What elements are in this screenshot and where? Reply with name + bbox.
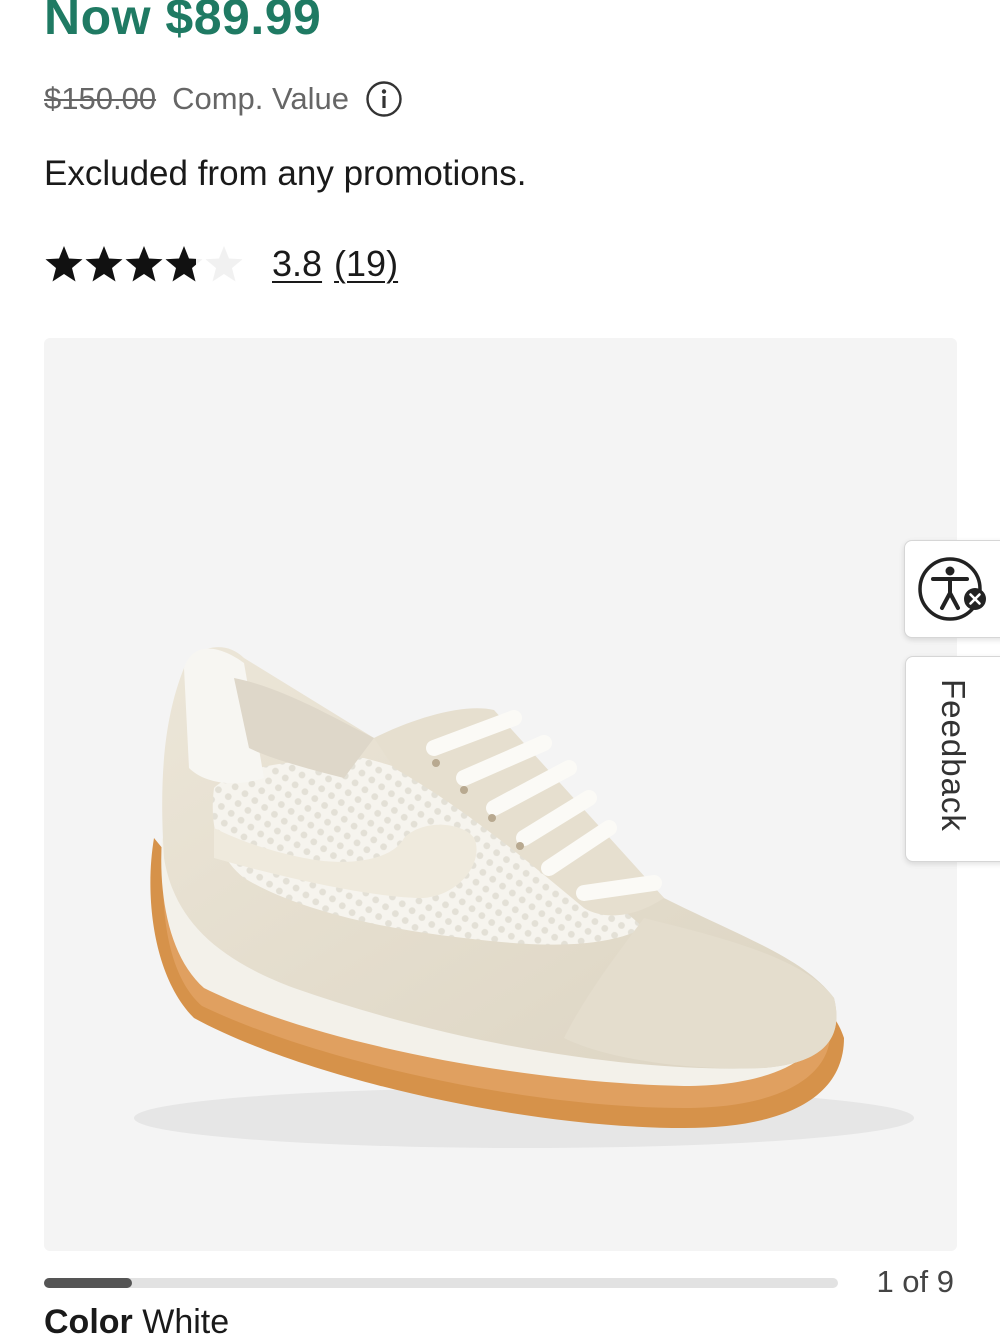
review-count[interactable]: (19) <box>334 243 398 285</box>
color-label-title: Color <box>44 1303 133 1341</box>
sneaker-image <box>134 647 914 1148</box>
star-icon <box>45 246 83 282</box>
info-icon[interactable] <box>365 80 403 118</box>
comp-price: $150.00 <box>44 81 157 116</box>
star-icon <box>165 246 203 282</box>
star-icon <box>85 246 123 282</box>
reviews-link[interactable]: 3.8 (19) <box>272 243 398 285</box>
rating-value[interactable]: 3.8 <box>272 243 322 285</box>
comp-value-row: $150.00 Comp. Value <box>44 80 403 118</box>
feedback-tab[interactable]: Feedback <box>905 656 1000 862</box>
slide-counter: 1 of 9 <box>876 1264 954 1299</box>
accessibility-icon <box>918 557 986 621</box>
feedback-label: Feedback <box>935 679 972 832</box>
sale-price: Now $89.99 <box>44 0 322 45</box>
star-rating <box>44 244 244 284</box>
color-value: White <box>142 1303 230 1341</box>
star-icon <box>125 246 163 282</box>
product-image[interactable] <box>44 338 957 1251</box>
comp-value-label: Comp. Value <box>172 81 349 116</box>
color-selection-label: Color White <box>44 1303 229 1342</box>
rating-row: 3.8 (19) <box>44 238 398 290</box>
star-icon <box>205 246 243 282</box>
gallery-progress-fill <box>44 1278 133 1288</box>
accessibility-button[interactable] <box>904 540 1000 638</box>
promo-exclusion-notice: Excluded from any promotions. <box>44 154 527 193</box>
gallery-progress-bar <box>44 1278 838 1288</box>
